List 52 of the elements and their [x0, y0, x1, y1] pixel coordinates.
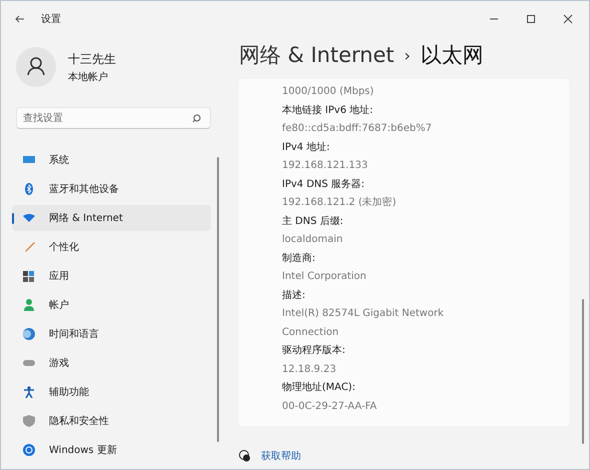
property-value: localdomain [282, 233, 344, 247]
close-icon[interactable] [563, 14, 573, 24]
window-title: 设置 [41, 12, 61, 26]
sidebar-item[interactable]: 网络 & Internet [12, 205, 211, 231]
content-scrollbar[interactable] [582, 299, 584, 444]
property-value: 192.168.121.133 [282, 159, 369, 173]
sidebar-item[interactable]: Windows 更新 [12, 437, 211, 463]
property-label: 物理地址(MAC): [282, 380, 356, 395]
avatar-icon [16, 47, 56, 87]
brush-icon [23, 241, 35, 253]
wifi-icon [23, 212, 35, 224]
property-label: 本地链接 IPv6 地址: [282, 104, 374, 118]
property-label: IPv4 DNS 服务器: [282, 178, 366, 192]
property-label: 驱动程序版本: [282, 344, 346, 358]
get-help-link[interactable]: 获取帮助 [261, 449, 301, 463]
property-value: 1000/1000 (Mbps) [282, 85, 375, 99]
property-label: 描述: [282, 288, 306, 302]
apps-icon [23, 270, 35, 282]
maximize-icon[interactable] [526, 14, 536, 24]
back-arrow-icon[interactable] [15, 15, 25, 23]
sidebar-item[interactable]: 应用 [12, 263, 211, 289]
sidebar-item[interactable]: 游戏 [12, 350, 211, 376]
help-icon [239, 450, 251, 462]
accessibility-icon [23, 386, 35, 398]
property-value: 192.168.121.2 (未加密) [282, 196, 398, 210]
search-icon [192, 114, 201, 123]
breadcrumb-parent[interactable]: 网络 & Internet [239, 41, 394, 69]
sidebar-item[interactable]: 系统 [12, 147, 211, 173]
property-label: IPv4 地址: [282, 140, 331, 154]
property-value: fe80::cd5a:bdff:7687:b6eb%7 [282, 122, 433, 136]
sidebar-scrollbar[interactable] [217, 157, 219, 442]
sidebar-item[interactable]: 辅助功能 [12, 379, 211, 405]
property-label: 主 DNS 后缀: [282, 214, 344, 228]
sidebar-item[interactable]: 时间和语言 [12, 321, 211, 347]
property-value: 00-0C-29-27-AA-FA [282, 400, 378, 414]
sidebar-item[interactable]: 帐户 [12, 292, 211, 318]
property-label: 制造商: [282, 252, 316, 266]
person-icon [23, 299, 35, 311]
property-value: Intel(R) 82574L Gigabit Network Connection [282, 307, 445, 340]
monitor-icon [23, 154, 35, 166]
sidebar-item[interactable]: 个性化 [12, 234, 211, 260]
account-type: 本地帐户 [68, 70, 109, 84]
user-name: 十三先生 [68, 50, 116, 68]
search-field[interactable]: 查找设置 [16, 107, 211, 129]
breadcrumb-separator: › [404, 46, 411, 64]
sidebar-item[interactable]: 隐私和安全性 [12, 408, 211, 434]
sidebar-item[interactable]: 蓝牙和其他设备 [12, 176, 211, 202]
bluetooth-icon [23, 183, 35, 195]
property-value: 12.18.9.23 [282, 362, 338, 376]
shield-icon [23, 415, 35, 427]
property-value: Intel Corporation [282, 270, 368, 284]
page-title: 以太网 [420, 42, 484, 69]
